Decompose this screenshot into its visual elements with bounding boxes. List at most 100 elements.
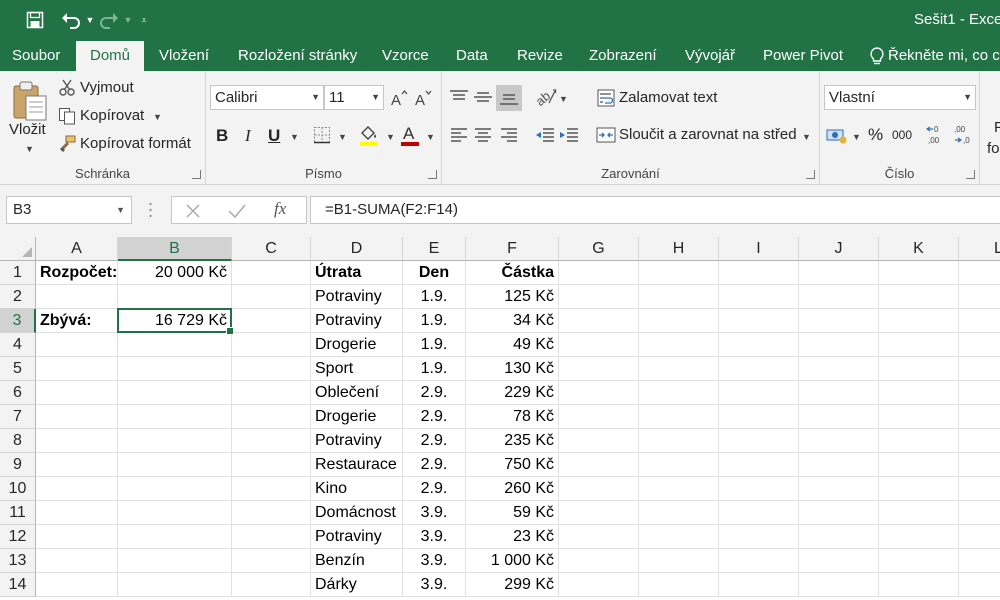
cell-i4[interactable] [719,333,799,357]
cell-g6[interactable] [559,381,639,405]
undo-icon[interactable] [58,8,84,32]
accounting-dropdown-icon[interactable]: ▼ [852,132,861,142]
cell-i3[interactable] [719,309,799,333]
column-header-g[interactable]: G [559,237,639,261]
cell-j14[interactable] [799,573,879,597]
cell-f5[interactable]: 130 Kč [466,357,559,381]
font-color-icon[interactable]: A [399,123,421,147]
accounting-format-icon[interactable] [826,125,848,145]
cell-a2[interactable] [36,285,118,309]
decrease-font-icon[interactable]: A [414,88,432,108]
cell-d4[interactable]: Drogerie [311,333,403,357]
cell-l3[interactable] [959,309,1000,333]
copy-button[interactable]: Kopírovat [80,107,144,124]
cell-c7[interactable] [232,405,311,429]
tab-power-pivot[interactable]: Power Pivot [763,40,843,71]
cell-h11[interactable] [639,501,719,525]
cell-c4[interactable] [232,333,311,357]
customize-toolbar-icon[interactable]: ⩡ [134,15,154,26]
row-header-5[interactable]: 5 [0,357,36,381]
row-header-12[interactable]: 12 [0,525,36,549]
cell-g5[interactable] [559,357,639,381]
cell-f14[interactable]: 299 Kč [466,573,559,597]
cell-b13[interactable] [118,549,232,573]
column-header-c[interactable]: C [232,237,311,261]
cell-i1[interactable] [719,261,799,285]
name-box-dropdown-icon[interactable]: ▼ [116,197,125,223]
row-header-3[interactable]: 3 [0,309,36,333]
cell-d7[interactable]: Drogerie [311,405,403,429]
align-right-icon[interactable] [498,125,520,145]
cell-d13[interactable]: Benzín [311,549,403,573]
cancel-icon[interactable] [184,202,202,220]
enter-icon[interactable] [228,202,246,220]
cell-a3[interactable]: Zbývá: [36,309,118,333]
row-header-8[interactable]: 8 [0,429,36,453]
cell-g4[interactable] [559,333,639,357]
row-header-14[interactable]: 14 [0,573,36,597]
cell-e10[interactable]: 2.9. [403,477,466,501]
column-header-f[interactable]: F [466,237,559,261]
paste-dropdown-icon[interactable]: ▼ [25,144,34,154]
cell-f2[interactable]: 125 Kč [466,285,559,309]
cell-e11[interactable]: 3.9. [403,501,466,525]
cell-a4[interactable] [36,333,118,357]
tell-me-box[interactable]: Řekněte mi, co ch [870,40,1000,71]
font-size-dropdown-icon[interactable]: ▼ [371,86,380,109]
cell-l4[interactable] [959,333,1000,357]
cell-c1[interactable] [232,261,311,285]
cell-k5[interactable] [879,357,959,381]
cell-i2[interactable] [719,285,799,309]
row-header-6[interactable]: 6 [0,381,36,405]
cell-b6[interactable] [118,381,232,405]
merge-center-button[interactable]: Sloučit a zarovnat na střed [619,126,797,143]
row-header-7[interactable]: 7 [0,405,36,429]
cell-c2[interactable] [232,285,311,309]
tab-home[interactable]: Domů [76,41,145,71]
cell-g13[interactable] [559,549,639,573]
merge-center-dropdown-icon[interactable]: ▼ [802,132,811,142]
border-dropdown-icon[interactable]: ▼ [338,132,347,142]
cell-d10[interactable]: Kino [311,477,403,501]
alignment-dialog-launcher[interactable] [806,170,815,179]
underline-button[interactable]: U [268,126,280,146]
cell-l10[interactable] [959,477,1000,501]
tab-formulas[interactable]: Vzorce [382,40,429,71]
orientation-icon[interactable]: ab [534,86,558,108]
cell-k6[interactable] [879,381,959,405]
cell-d2[interactable]: Potraviny [311,285,403,309]
cell-h12[interactable] [639,525,719,549]
column-header-a[interactable]: A [36,237,118,261]
cell-l11[interactable] [959,501,1000,525]
align-bottom-icon[interactable] [496,85,522,111]
cell-f7[interactable]: 78 Kč [466,405,559,429]
cell-d14[interactable]: Dárky [311,573,403,597]
align-middle-icon[interactable] [472,87,494,107]
orientation-dropdown-icon[interactable]: ▼ [559,94,568,104]
cell-b7[interactable] [118,405,232,429]
row-header-10[interactable]: 10 [0,477,36,501]
name-box[interactable]: B3 ▼ [6,196,132,224]
cell-a12[interactable] [36,525,118,549]
cell-h10[interactable] [639,477,719,501]
increase-indent-icon[interactable] [558,125,580,145]
cell-l6[interactable] [959,381,1000,405]
cell-k7[interactable] [879,405,959,429]
number-format-dropdown-icon[interactable]: ▼ [963,86,972,109]
cell-l2[interactable] [959,285,1000,309]
cell-k13[interactable] [879,549,959,573]
cell-g14[interactable] [559,573,639,597]
decrease-decimal-icon[interactable]: ,00,0 [952,124,974,146]
paste-button[interactable]: Vložit [9,121,46,138]
cell-h1[interactable] [639,261,719,285]
select-all-button[interactable] [0,237,36,261]
tab-file[interactable]: Soubor [12,40,60,71]
cell-c3[interactable] [232,309,311,333]
cell-j10[interactable] [799,477,879,501]
cell-e6[interactable]: 2.9. [403,381,466,405]
cell-g3[interactable] [559,309,639,333]
tab-page-layout[interactable]: Rozložení stránky [238,40,357,71]
cell-b14[interactable] [118,573,232,597]
cell-b9[interactable] [118,453,232,477]
number-format-combo[interactable]: Vlastní ▼ [824,85,976,110]
